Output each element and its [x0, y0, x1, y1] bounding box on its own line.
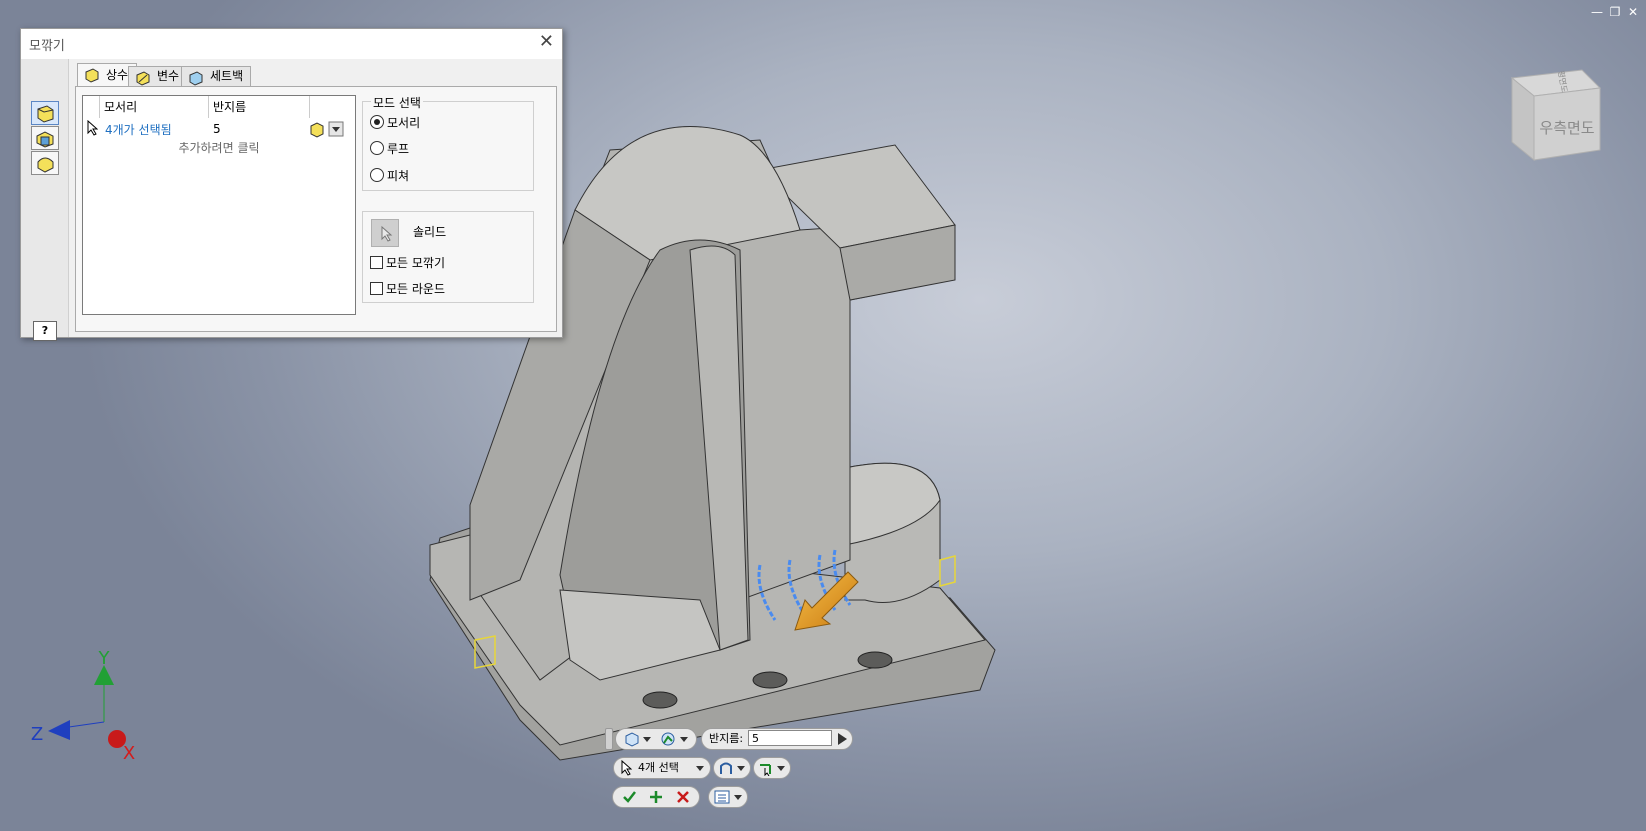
radius-pill: 반지름: 5	[701, 728, 853, 750]
setback-corner-icon[interactable]	[758, 760, 774, 776]
close-icon[interactable]: ✕	[539, 31, 554, 52]
tab-panel: 모서리 반지름 4개가 선택됨 5 추가하려면 클릭 모드 선택 모서리 루프 …	[75, 86, 557, 332]
selection-pill: 4개 선택	[613, 757, 711, 779]
mode-feature-radio[interactable]	[370, 168, 384, 182]
tab-setback[interactable]: 세트백	[181, 66, 251, 86]
edge-fillet-button[interactable]	[31, 101, 59, 125]
dialog-titlebar[interactable]	[21, 29, 562, 59]
options-list-icon[interactable]	[714, 789, 730, 805]
tangent-icon[interactable]	[718, 760, 734, 776]
full-round-fillet-button[interactable]	[31, 151, 59, 175]
all-rounds-label: 모든 라운드	[386, 282, 446, 296]
tab-variable[interactable]: 변수	[128, 66, 188, 86]
ok-apply-cancel-pill	[612, 786, 700, 808]
z-axis-cone	[48, 720, 70, 740]
mode-loop-radio[interactable]	[370, 141, 384, 155]
selection-count-label[interactable]: 4개 선택	[638, 760, 679, 776]
dialog-title: 모깎기	[29, 39, 65, 54]
fillet-dialog: 모깎기 ✕ ? 상수 변수 세트백 모서리 반지름 4개가 선택됨 5 추가하려…	[20, 28, 563, 341]
tab-label: 변수	[157, 69, 180, 83]
mode-select-group: 모드 선택 모서리 루프 피쳐	[362, 94, 534, 191]
options-pill	[708, 786, 748, 808]
setback-fillet-icon	[189, 71, 203, 86]
setback-pill	[753, 757, 791, 779]
face-fillet-icon	[36, 131, 54, 148]
restore-icon[interactable]: ❐	[1607, 4, 1623, 20]
all-fillets-label: 모든 모깎기	[386, 256, 446, 270]
minimize-icon[interactable]: —	[1589, 4, 1605, 20]
tab-label: 세트백	[210, 69, 244, 83]
solid-body-icon[interactable]	[624, 731, 640, 747]
add-row-hint[interactable]: 추가하려면 클릭	[83, 139, 355, 156]
x-axis-label: X	[123, 743, 135, 764]
cancel-x-icon[interactable]	[675, 789, 691, 805]
select-cursor-icon	[621, 760, 632, 776]
full-round-fillet-icon	[37, 157, 54, 173]
mode-edge-radio[interactable]	[370, 115, 384, 129]
chevron-down-icon[interactable]	[680, 737, 688, 742]
y-axis-label: Y	[98, 648, 111, 669]
edge-radius-grid: 모서리 반지름 4개가 선택됨 5 추가하려면 클릭	[82, 95, 356, 315]
select-cursor-icon	[87, 120, 98, 136]
apply-plus-icon[interactable]	[648, 789, 664, 805]
fillet-type-rail: ?	[21, 59, 69, 341]
help-button[interactable]: ?	[33, 321, 57, 341]
solid-label: 솔리드	[413, 225, 447, 239]
edge-fillet-icon	[37, 105, 54, 123]
chevron-down-icon[interactable]	[696, 766, 704, 771]
edge-preview-dropdown[interactable]	[309, 120, 345, 138]
mode-edge-label: 모서리	[387, 116, 421, 130]
chevron-down-icon[interactable]	[643, 737, 651, 742]
radius-label: 반지름:	[709, 732, 744, 745]
grid-header-edges: 모서리	[100, 96, 209, 118]
chevron-down-icon[interactable]	[734, 795, 742, 800]
edge-chain-icon[interactable]	[660, 731, 676, 747]
all-rounds-checkbox[interactable]	[370, 282, 383, 295]
chevron-down-icon[interactable]	[777, 766, 785, 771]
solid-select-button[interactable]	[371, 219, 399, 247]
edge-selection-cell[interactable]: 4개가 선택됨	[105, 121, 172, 138]
radius-input[interactable]: 5	[748, 730, 832, 746]
grid-header-spacer	[83, 96, 100, 118]
radius-cell[interactable]: 5	[213, 122, 221, 136]
solid-group: 솔리드 모든 모깎기 모든 라운드	[362, 211, 534, 303]
mini-toolbar-grip[interactable]	[605, 728, 613, 750]
close-icon[interactable]: ✕	[1625, 4, 1641, 20]
all-fillets-checkbox[interactable]	[370, 256, 383, 269]
mode-feature-label: 피쳐	[387, 169, 410, 183]
ok-check-icon[interactable]	[621, 789, 637, 805]
constant-fillet-icon	[85, 68, 99, 83]
fillet-type-pill	[615, 728, 697, 750]
mode-loop-label: 루프	[387, 142, 410, 156]
z-axis-label: Z	[31, 724, 43, 745]
variable-fillet-icon	[136, 71, 150, 86]
grid-header-radius: 반지름	[209, 96, 310, 118]
mode-select-label: 모드 선택	[371, 94, 423, 111]
continuity-pill	[713, 757, 751, 779]
tab-label: 상수	[106, 68, 129, 82]
select-arrow-icon	[381, 225, 393, 242]
face-fillet-button[interactable]	[31, 126, 59, 150]
chevron-down-icon[interactable]	[737, 766, 745, 771]
play-arrow-icon[interactable]	[836, 732, 848, 746]
